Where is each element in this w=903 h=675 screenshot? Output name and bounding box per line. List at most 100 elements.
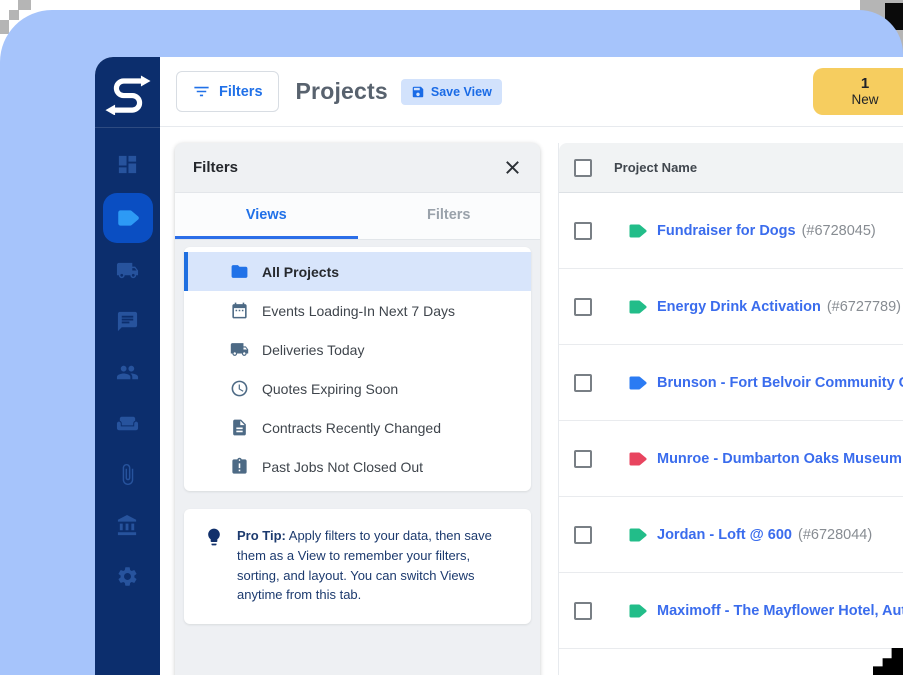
- projects-table: Project Name Fundraiser for Dogs (#672804…: [558, 143, 903, 675]
- page-title: Projects: [295, 78, 388, 104]
- filter-panel-tabs: Views Filters: [175, 193, 540, 240]
- table-row[interactable]: Energy Drink Activation (#6727789): [559, 269, 903, 345]
- project-name-link[interactable]: Maximoff - The Mayflower Hotel, Autog: [657, 603, 903, 619]
- screenshot-stage: Filters Projects Save View 1 New Filters: [0, 0, 903, 675]
- sidebar-item-people[interactable]: [95, 347, 160, 398]
- top-bar: Filters Projects Save View 1 New: [160, 57, 903, 127]
- tab-filters[interactable]: Filters: [358, 193, 541, 239]
- close-icon: [506, 161, 519, 174]
- view-item-label: Contracts Recently Changed: [262, 419, 441, 436]
- clipboard-alert-icon: [232, 457, 247, 474]
- sidebar-item-paperclip[interactable]: [95, 449, 160, 500]
- project-tag-icon: [629, 224, 647, 237]
- sidebar-item-dashboard[interactable]: [95, 139, 160, 190]
- app-window: Filters Projects Save View 1 New Filters: [95, 57, 903, 675]
- select-all-checkbox[interactable]: [574, 158, 592, 177]
- filters-button[interactable]: Filters: [176, 71, 279, 112]
- calendar-icon: [232, 302, 247, 319]
- sidebar-item-bank[interactable]: [95, 500, 160, 551]
- view-item-label: All Projects: [262, 263, 340, 280]
- badge-count: 1: [860, 75, 870, 92]
- view-item-label: Events Loading-In Next 7 Days: [262, 302, 455, 319]
- pro-tip-lead: Pro Tip:: [237, 528, 286, 543]
- view-item-all-projects[interactable]: All Projects: [184, 252, 531, 291]
- table-row[interactable]: Maximoff - The Mayflower Hotel, Autog: [559, 573, 903, 649]
- view-item-events-loading-in-next-7-days[interactable]: Events Loading-In Next 7 Days: [184, 291, 531, 330]
- tab-views[interactable]: Views: [175, 193, 358, 239]
- couch-icon: [116, 416, 139, 431]
- row-checkbox[interactable]: [574, 525, 592, 544]
- column-header-project-name: Project Name: [614, 160, 698, 175]
- view-item-label: Deliveries Today: [262, 341, 365, 358]
- close-button[interactable]: [503, 158, 522, 177]
- pro-tip-card: Pro Tip: Apply filters to your data, the…: [184, 509, 531, 624]
- clock-icon: [231, 380, 248, 397]
- filter-panel: Filters Views Filters All Projects Events …: [175, 143, 540, 675]
- view-item-label: Quotes Expiring Soon: [262, 380, 399, 397]
- view-item-contracts-recently-changed[interactable]: Contracts Recently Changed: [184, 408, 531, 447]
- filters-button-label: Filters: [219, 83, 263, 100]
- row-checkbox[interactable]: [574, 601, 592, 620]
- bank-icon: [117, 514, 137, 536]
- views-list: All Projects Events Loading-In Next 7 Day…: [184, 247, 531, 491]
- corner-artifact: [0, 20, 9, 34]
- table-row[interactable]: Fundraiser for Dogs (#6728045): [559, 193, 903, 269]
- truck-icon: [230, 343, 249, 356]
- new-notifications-badge[interactable]: 1 New: [813, 68, 903, 115]
- sidebar-nav: [95, 128, 160, 602]
- sidebar-item-gear[interactable]: [95, 551, 160, 602]
- people-icon: [116, 365, 139, 380]
- save-icon: [412, 86, 424, 97]
- filter-panel-header: Filters: [175, 143, 540, 193]
- project-name-link[interactable]: Brunson - Fort Belvoir Community Cent: [657, 375, 903, 391]
- badge-label: New: [851, 92, 879, 107]
- content-area: Filters Views Filters All Projects Events …: [160, 127, 903, 675]
- corner-artifact: [9, 10, 19, 20]
- row-checkbox[interactable]: [574, 373, 592, 392]
- sidebar: [95, 57, 160, 675]
- main-area: Filters Projects Save View 1 New Filters: [160, 57, 903, 675]
- project-name-link[interactable]: Fundraiser for Dogs: [657, 223, 796, 239]
- view-item-past-jobs-not-closed-out[interactable]: Past Jobs Not Closed Out: [184, 447, 531, 486]
- project-tag-icon: [629, 528, 647, 541]
- sidebar-item-couch[interactable]: [95, 398, 160, 449]
- gear-icon: [118, 567, 137, 586]
- save-view-button[interactable]: Save View: [400, 78, 502, 105]
- project-id: (#6728045): [801, 222, 876, 239]
- project-tag-icon: [629, 300, 647, 313]
- table-row[interactable]: Jordan - Loft @ 600 (#6728044): [559, 497, 903, 573]
- table-header: Project Name: [559, 143, 903, 193]
- filter-panel-title: Filters: [193, 159, 239, 176]
- project-tag-icon: [629, 604, 647, 617]
- project-id: (#6727789): [826, 298, 902, 315]
- project-tag-icon: [629, 452, 647, 465]
- filter-icon: [194, 86, 209, 97]
- s-arrows-logo-icon: [104, 75, 151, 115]
- tag-icon: [117, 209, 139, 226]
- project-id: (#6728044): [798, 526, 873, 543]
- view-item-deliveries-today[interactable]: Deliveries Today: [184, 330, 531, 369]
- save-view-label: Save View: [430, 84, 492, 99]
- table-row[interactable]: Munroe - Dumbarton Oaks Museum(#67: [559, 421, 903, 497]
- sidebar-item-tag[interactable]: [95, 190, 160, 245]
- app-logo[interactable]: [95, 57, 160, 128]
- corner-artifact: [18, 0, 31, 10]
- view-item-quotes-expiring-soon[interactable]: Quotes Expiring Soon: [184, 369, 531, 408]
- project-name-link[interactable]: Jordan - Loft @ 600: [657, 527, 792, 543]
- table-row[interactable]: Brunson - Fort Belvoir Community Cent: [559, 345, 903, 421]
- chat-icon: [117, 311, 138, 332]
- project-name-link[interactable]: Munroe - Dumbarton Oaks Museum: [657, 451, 902, 467]
- pro-tip-text: Pro Tip: Apply filters to your data, the…: [237, 526, 513, 605]
- row-checkbox[interactable]: [574, 221, 592, 240]
- sidebar-item-chat[interactable]: [95, 296, 160, 347]
- table-body: Fundraiser for Dogs (#6728045) Energy Drin…: [559, 193, 903, 649]
- view-item-label: Past Jobs Not Closed Out: [262, 458, 424, 475]
- lightbulb-icon: [208, 528, 220, 546]
- sidebar-item-truck[interactable]: [95, 245, 160, 296]
- row-checkbox[interactable]: [574, 449, 592, 468]
- dashboard-icon: [118, 155, 137, 174]
- active-item-background: [102, 192, 153, 243]
- project-name-link[interactable]: Energy Drink Activation: [657, 299, 821, 315]
- project-tag-icon: [629, 376, 647, 389]
- row-checkbox[interactable]: [574, 297, 592, 316]
